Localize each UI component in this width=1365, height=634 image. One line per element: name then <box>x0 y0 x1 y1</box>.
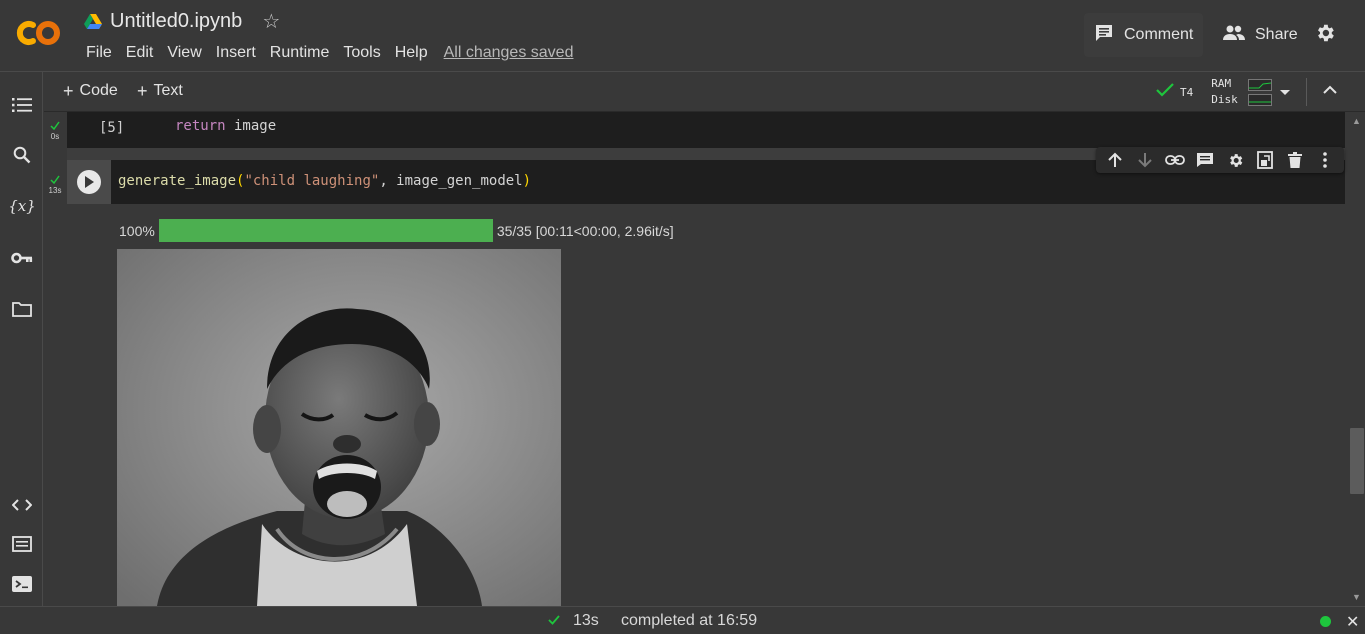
menu-file[interactable]: File <box>79 44 119 62</box>
menu-view[interactable]: View <box>160 44 208 62</box>
cell-output: 100% 35/35 [00:11<00:00, 2.96it/s] <box>67 204 1345 606</box>
gear-icon[interactable] <box>1220 147 1250 173</box>
chevron-down-icon[interactable] <box>1278 85 1292 104</box>
menu-insert[interactable]: Insert <box>209 44 263 62</box>
completion-status: completed at 16:59 <box>621 612 758 629</box>
trash-icon[interactable] <box>1280 147 1310 173</box>
scroll-down-arrow-icon[interactable]: ▼ <box>1352 592 1361 602</box>
add-code-label: Code <box>79 82 118 99</box>
comment-icon <box>1094 23 1114 48</box>
comment-label: Comment <box>1124 26 1194 43</box>
people-icon <box>1223 25 1245 46</box>
scroll-up-arrow-icon[interactable]: ▲ <box>1352 116 1361 126</box>
folder-icon[interactable] <box>11 298 33 320</box>
more-vert-icon[interactable] <box>1310 147 1340 173</box>
plus-icon: + <box>137 81 148 101</box>
runtime-status[interactable]: T4 RAM Disk <box>1156 76 1272 108</box>
notebook-toolbar: + Code + Text T4 RAM Disk <box>44 72 1365 112</box>
add-code-button[interactable]: + Code <box>63 82 118 100</box>
close-icon[interactable]: ✕ <box>1346 612 1359 632</box>
generated-image <box>117 249 561 606</box>
menu-bar: File Edit View Insert Runtime Tools Help… <box>79 44 580 62</box>
share-button[interactable]: Share <box>1213 13 1308 57</box>
check-icon <box>50 172 60 185</box>
menu-runtime[interactable]: Runtime <box>263 44 337 62</box>
ram-label: RAM <box>1211 77 1232 90</box>
play-icon <box>77 170 101 194</box>
comment-icon[interactable] <box>1190 147 1220 173</box>
progress-detail: 35/35 [00:11<00:00, 2.96it/s] <box>496 222 674 239</box>
progress-percent: 100% <box>119 222 155 239</box>
disk-label: Disk <box>1211 93 1238 106</box>
app-header: Untitled0.ipynb ☆ File Edit View Insert … <box>0 0 1365 72</box>
colab-logo[interactable] <box>16 16 62 50</box>
collapse-header-icon[interactable] <box>1322 82 1338 103</box>
gpu-label: T4 <box>1180 85 1194 99</box>
mirror-cell-icon[interactable] <box>1250 147 1280 173</box>
vertical-scrollbar[interactable]: ▲ ▼ <box>1349 112 1365 606</box>
code-cell[interactable]: [5] return image <box>67 112 1345 148</box>
settings-button[interactable] <box>1306 13 1344 57</box>
ram-graph <box>1247 78 1272 91</box>
search-icon[interactable] <box>11 144 33 166</box>
code-line: generate_image("child laughing", image_g… <box>118 173 532 189</box>
exec-time: 13s <box>48 186 62 195</box>
menu-edit[interactable]: Edit <box>119 44 161 62</box>
link-icon[interactable] <box>1160 147 1190 173</box>
add-text-label: Text <box>153 82 183 99</box>
arrow-down-icon[interactable] <box>1130 147 1160 173</box>
command-palette-icon[interactable] <box>11 533 33 555</box>
variables-icon[interactable]: {x} <box>8 195 36 217</box>
left-rail: {x} <box>0 72 43 606</box>
save-status-link[interactable]: All changes saved <box>437 44 581 62</box>
menu-tools[interactable]: Tools <box>336 44 387 62</box>
toolbar-divider <box>1306 78 1307 106</box>
exec-time: 0s <box>50 132 60 141</box>
terminal-icon[interactable] <box>11 573 33 595</box>
star-icon[interactable]: ☆ <box>262 12 280 32</box>
check-icon <box>548 613 560 631</box>
comment-button[interactable]: Comment <box>1084 13 1204 57</box>
notebook-area: 0s [5] return image 13s generate_image("… <box>44 112 1349 606</box>
drive-icon[interactable] <box>84 13 102 30</box>
code-snippets-icon[interactable] <box>11 494 33 516</box>
status-bar: 13s completed at 16:59 ✕ <box>0 606 1365 634</box>
exec-prompt: [5] <box>99 120 125 136</box>
notebook-title[interactable]: Untitled0.ipynb <box>110 10 242 33</box>
connection-indicator <box>1320 616 1331 627</box>
progress-row: 100% 35/35 [00:11<00:00, 2.96it/s] <box>119 219 674 242</box>
resource-labels: RAM Disk <box>1211 76 1238 108</box>
code-line: return image <box>175 118 277 134</box>
scrollbar-thumb[interactable] <box>1350 428 1364 494</box>
run-cell-button[interactable] <box>67 160 111 204</box>
progress-fill <box>158 219 493 242</box>
arrow-up-icon[interactable] <box>1100 147 1130 173</box>
plus-icon: + <box>63 81 74 101</box>
add-text-button[interactable]: + Text <box>137 82 183 100</box>
resource-graphs <box>1247 78 1272 106</box>
cell-toolbar <box>1096 147 1344 173</box>
cell-execution-status: 13s <box>44 168 67 204</box>
execution-time[interactable]: 13s <box>573 612 599 630</box>
check-icon <box>50 118 60 131</box>
cell-execution-status: 0s <box>44 112 67 148</box>
disk-graph <box>1247 93 1272 106</box>
table-of-contents-icon[interactable] <box>11 94 33 116</box>
gear-icon <box>1314 22 1336 49</box>
key-icon[interactable] <box>11 247 33 269</box>
menu-help[interactable]: Help <box>388 44 435 62</box>
progress-bar <box>158 219 493 242</box>
share-label: Share <box>1255 26 1298 43</box>
connected-check-icon <box>1156 82 1174 102</box>
